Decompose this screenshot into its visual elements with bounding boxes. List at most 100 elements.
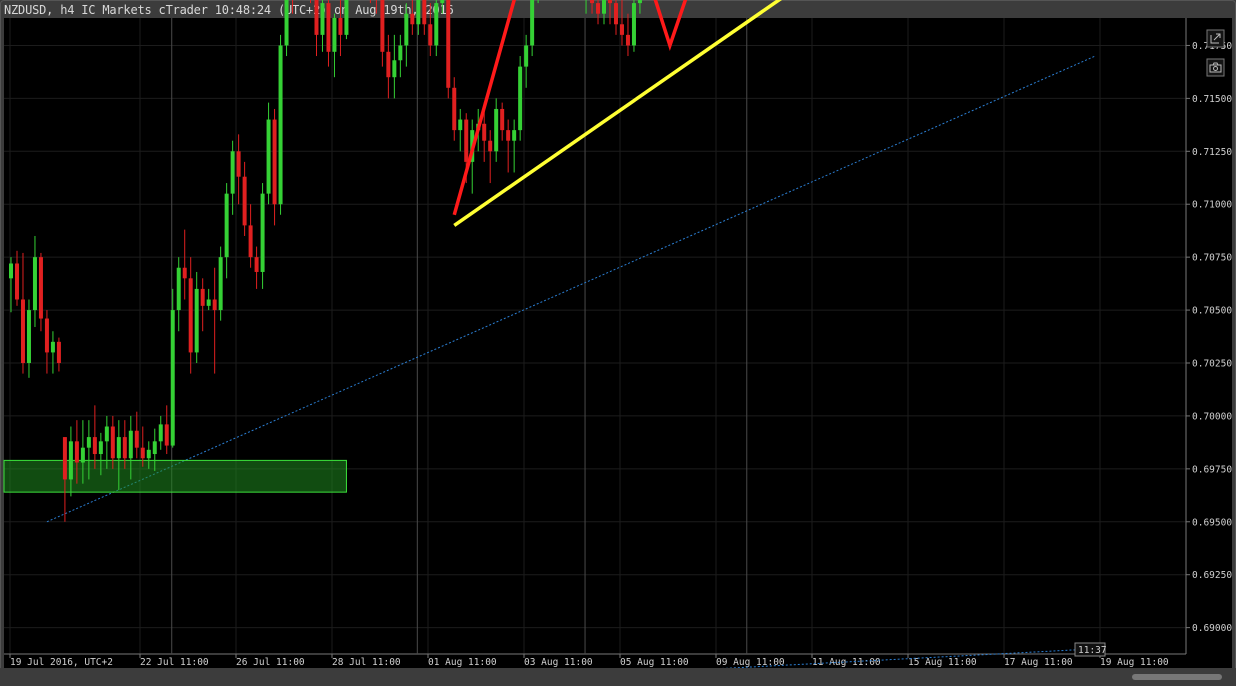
- candle-body: [20, 299, 25, 363]
- candle-body: [284, 0, 289, 46]
- y-tick-label: 0.70000: [1192, 411, 1232, 422]
- candlestick-chart[interactable]: 0.717500.715000.712500.710000.707500.705…: [0, 0, 1236, 686]
- x-tick-label: 19 Jul 2016, UTC+2: [10, 657, 113, 668]
- candle-body: [50, 341, 55, 353]
- x-tick-label: 22 Jul 11:00: [140, 657, 209, 668]
- resize-grip[interactable]: [1132, 674, 1222, 680]
- candle-body: [44, 318, 49, 353]
- x-tick-label: 03 Aug 11:00: [524, 657, 593, 668]
- candle-body: [248, 225, 253, 258]
- supply-demand-zone: [3, 459, 347, 493]
- candle-body: [26, 310, 31, 363]
- support-trendline: [453, 0, 783, 227]
- y-tick-label: 0.71000: [1192, 200, 1232, 211]
- candle-body: [464, 119, 469, 162]
- y-tick-label: 0.69750: [1192, 464, 1232, 475]
- candle-body: [458, 119, 463, 131]
- candle-body: [152, 441, 157, 455]
- x-tick-label: 19 Aug 11:00: [1100, 657, 1169, 668]
- candle-body: [422, 0, 427, 25]
- y-tick-label: 0.71500: [1192, 94, 1232, 105]
- candle-body: [32, 257, 37, 311]
- candle-body: [104, 426, 109, 442]
- candle-body: [212, 299, 217, 311]
- candle-body: [416, 0, 421, 25]
- candle-body: [116, 437, 121, 459]
- candle-body: [272, 119, 277, 205]
- candle-body: [92, 437, 97, 455]
- candle-body: [518, 66, 523, 131]
- y-tick-label: 0.70500: [1192, 306, 1232, 317]
- candle-body: [631, 3, 636, 46]
- candle-body: [332, 17, 337, 52]
- candle-body: [530, 0, 535, 46]
- x-tick-label: 11 Aug 11:00: [812, 657, 881, 668]
- candle-body: [158, 424, 163, 442]
- x-tick-label: 26 Jul 11:00: [236, 657, 305, 668]
- candle-body: [619, 24, 624, 35]
- x-tick-label: 15 Aug 11:00: [908, 657, 977, 668]
- candle-body: [590, 0, 595, 4]
- candle-body: [56, 341, 61, 363]
- x-tick-label: 09 Aug 11:00: [716, 657, 785, 668]
- candle-body: [482, 123, 487, 141]
- candle-body: [188, 278, 193, 353]
- candle-body: [128, 430, 133, 459]
- candle-body: [278, 45, 283, 205]
- camera-icon[interactable]: [1206, 58, 1225, 77]
- x-tick-label: 05 Aug 11:00: [620, 657, 689, 668]
- candle-body: [326, 3, 331, 52]
- y-tick-label: 0.71250: [1192, 147, 1232, 158]
- candle-body: [146, 449, 151, 459]
- candle-body: [410, 13, 415, 25]
- candle-body: [398, 45, 403, 61]
- candle-body: [182, 267, 187, 279]
- candle-body: [637, 0, 642, 4]
- candle-body: [494, 108, 499, 152]
- x-tick-label: 01 Aug 11:00: [428, 657, 497, 668]
- candle-body: [200, 288, 205, 306]
- candle-body: [602, 0, 607, 14]
- candle-body: [9, 263, 13, 279]
- candle-body: [506, 130, 511, 141]
- candle-body: [392, 60, 397, 78]
- candle-body: [512, 130, 517, 141]
- candle-body: [170, 310, 175, 446]
- candle-body: [134, 430, 139, 448]
- candle-body: [260, 193, 265, 272]
- x-tick-label: 28 Jul 11:00: [332, 657, 401, 668]
- candle-body: [404, 13, 409, 46]
- candle-body: [224, 193, 229, 258]
- candle-body: [608, 0, 612, 4]
- candle-body: [206, 299, 211, 306]
- candle-body: [218, 257, 223, 311]
- candle-body: [386, 51, 391, 78]
- candle-body: [68, 441, 73, 480]
- candle-body: [110, 426, 115, 459]
- y-tick-label: 0.69000: [1192, 623, 1232, 634]
- candle-body: [14, 263, 19, 300]
- candle-body: [140, 447, 145, 459]
- candle-body: [236, 151, 241, 177]
- time-marker-label: 11:37: [1078, 645, 1107, 656]
- candle-body: [428, 24, 433, 46]
- candle-body: [122, 437, 127, 459]
- footer-strip: [0, 668, 1236, 686]
- candle-body: [314, 0, 319, 35]
- candle-body: [254, 257, 259, 272]
- candle-body: [500, 108, 505, 131]
- candle-body: [446, 0, 451, 88]
- candle-body: [320, 3, 325, 35]
- candle-body: [98, 441, 103, 455]
- candle-body: [338, 17, 343, 35]
- candle-body: [62, 437, 67, 480]
- popout-icon[interactable]: [1206, 29, 1225, 48]
- candle-body: [242, 176, 247, 226]
- candle-body: [596, 3, 601, 14]
- candle-body: [86, 437, 91, 448]
- y-tick-label: 0.70250: [1192, 359, 1232, 370]
- candle-body: [266, 119, 271, 194]
- y-tick-label: 0.69500: [1192, 517, 1232, 528]
- candle-body: [434, 3, 439, 46]
- candle-body: [380, 0, 385, 52]
